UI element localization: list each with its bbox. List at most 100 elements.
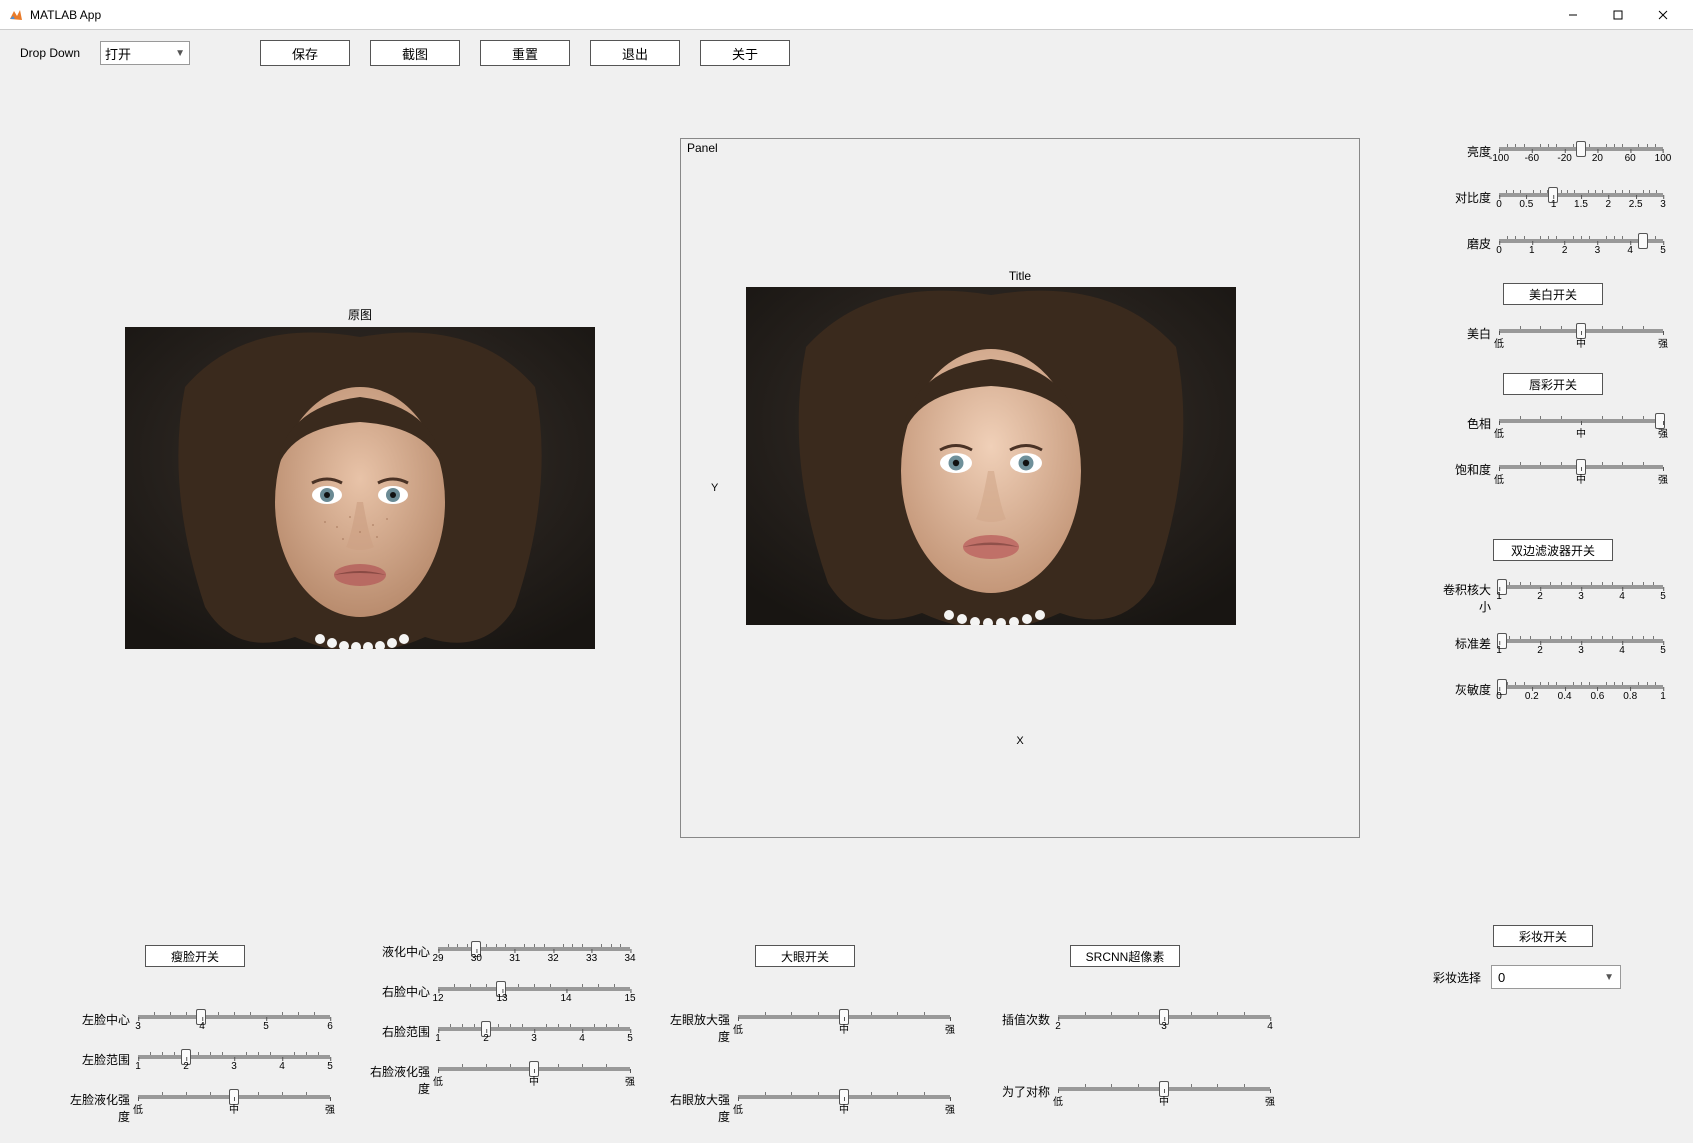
slider-tick: 33: [586, 953, 597, 964]
contrast-slider[interactable]: 对比度00.511.522.53: [1443, 187, 1663, 215]
slider-tick: 2.5: [1629, 199, 1643, 210]
slider-tick: 1: [1496, 645, 1502, 656]
smooth-slider[interactable]: 磨皮012345: [1443, 233, 1663, 261]
slider-tick: 3: [1578, 591, 1584, 602]
slider-tick: 15: [624, 993, 635, 1004]
slider-tick: 5: [627, 1033, 633, 1044]
left-eye-slider[interactable]: 左眼放大强度低中强: [660, 1009, 950, 1045]
stddev-slider[interactable]: 标准差12345: [1443, 633, 1663, 661]
brightness-slider[interactable]: 亮度-100-60-202060100: [1443, 141, 1663, 169]
slider-label: 右脸液化强度: [360, 1061, 430, 1097]
slider-tick: 13: [496, 993, 507, 1004]
result-image: [746, 287, 1236, 625]
slider-tick: 低: [1053, 1093, 1063, 1108]
slider-tick: 0.6: [1590, 691, 1604, 702]
slider-tick: 低: [1494, 471, 1504, 486]
kernel-slider[interactable]: 卷积核大小12345: [1443, 579, 1663, 615]
slider-tick: 4: [1267, 1021, 1273, 1032]
right-eye-slider[interactable]: 右眼放大强度低中强: [660, 1089, 950, 1125]
slider-tick: 2: [1537, 645, 1543, 656]
slider-tick: 2: [483, 1033, 489, 1044]
slider-label: 左脸液化强度: [60, 1089, 130, 1125]
left-liq-slider[interactable]: 左脸液化强度低中强: [60, 1089, 330, 1125]
hue-slider[interactable]: 色相低中强: [1443, 413, 1663, 441]
lipcolor-switch-button[interactable]: 唇彩开关: [1503, 373, 1603, 395]
slider-tick: 5: [1660, 245, 1666, 256]
slider-tick: 中: [1576, 471, 1586, 486]
slider-tick: 2: [1562, 245, 1568, 256]
slider-track[interactable]: [1499, 685, 1663, 689]
slider-tick: 1: [135, 1061, 141, 1072]
reset-button[interactable]: 重置: [480, 40, 570, 66]
slider-track[interactable]: [138, 1015, 330, 1019]
slimface-switch-button[interactable]: 瘦脸开关: [145, 945, 245, 967]
panel-y-label: Y: [711, 482, 718, 494]
slider-label: 液化中心: [360, 941, 430, 960]
slider-tick: 100: [1655, 153, 1672, 164]
slider-label: 美白: [1443, 323, 1491, 342]
slider-tick: 0: [1496, 245, 1502, 256]
slider-tick: 强: [1658, 425, 1668, 440]
slider-tick: 20: [1592, 153, 1603, 164]
bigeye-switch-button[interactable]: 大眼开关: [755, 945, 855, 967]
graysens-slider[interactable]: 灰敏度00.20.40.60.81: [1443, 679, 1663, 707]
slider-label: 左脸中心: [60, 1009, 130, 1028]
titlebar: MATLAB App: [0, 0, 1693, 30]
screenshot-button[interactable]: 截图: [370, 40, 460, 66]
bilateral-switch-button[interactable]: 双边滤波器开关: [1493, 539, 1613, 561]
result-panel: Panel Title Y: [680, 138, 1360, 838]
right-range-slider[interactable]: 右脸范围12345: [360, 1021, 630, 1049]
slider-tick: 中: [229, 1101, 239, 1116]
slider-tick: 中: [1576, 335, 1586, 350]
minimize-button[interactable]: [1550, 0, 1595, 30]
symmetry-slider[interactable]: 为了对称低中强: [980, 1081, 1270, 1109]
slider-label: 左脸范围: [60, 1049, 130, 1068]
slider-tick: 3: [1595, 245, 1601, 256]
slider-tick: 32: [548, 953, 559, 964]
close-button[interactable]: [1640, 0, 1685, 30]
open-dropdown[interactable]: 打开 ▼: [100, 41, 190, 65]
slider-tick: 低: [733, 1021, 743, 1036]
interp-slider[interactable]: 插值次数234: [980, 1009, 1270, 1037]
slider-track[interactable]: [1499, 239, 1663, 243]
slider-label: 右脸范围: [360, 1021, 430, 1040]
slider-tick: 5: [1660, 591, 1666, 602]
slider-tick: 中: [839, 1021, 849, 1036]
slider-track[interactable]: [438, 947, 630, 951]
slider-tick: 1: [435, 1033, 441, 1044]
srcnn-button[interactable]: SRCNN超像素: [1070, 945, 1180, 967]
left-center-slider[interactable]: 左脸中心3456: [60, 1009, 330, 1037]
dropdown-value: 打开: [105, 44, 131, 63]
slider-label: 左眼放大强度: [660, 1009, 730, 1045]
slider-tick: 1: [1496, 591, 1502, 602]
slider-tick: 3: [231, 1061, 237, 1072]
slider-tick: 3: [531, 1033, 537, 1044]
slider-track[interactable]: [1499, 147, 1663, 151]
slider-tick: 强: [625, 1073, 635, 1088]
matlab-icon: [8, 7, 24, 23]
left-range-slider[interactable]: 左脸范围12345: [60, 1049, 330, 1077]
liq-center-slider[interactable]: 液化中心293031323334: [360, 941, 630, 969]
saturation-slider[interactable]: 饱和度低中强: [1443, 459, 1663, 487]
slider-tick: 4: [199, 1021, 205, 1032]
slider-track[interactable]: [438, 987, 630, 991]
whiten-switch-button[interactable]: 美白开关: [1503, 283, 1603, 305]
slider-tick: 3: [1578, 645, 1584, 656]
slider-tick: 5: [263, 1021, 269, 1032]
about-button[interactable]: 关于: [700, 40, 790, 66]
slider-tick: 4: [1619, 591, 1625, 602]
right-liq-slider[interactable]: 右脸液化强度低中强: [360, 1061, 630, 1097]
maximize-button[interactable]: [1595, 0, 1640, 30]
slider-tick: 0.2: [1525, 691, 1539, 702]
slider-label: 饱和度: [1443, 459, 1491, 478]
whiten-slider[interactable]: 美白低中强: [1443, 323, 1663, 351]
exit-button[interactable]: 退出: [590, 40, 680, 66]
slider-tick: 低: [433, 1073, 443, 1088]
slider-tick: 低: [133, 1101, 143, 1116]
slider-label: 卷积核大小: [1443, 579, 1491, 615]
right-center-slider[interactable]: 右脸中心12131415: [360, 981, 630, 1009]
slider-tick: 4: [1619, 645, 1625, 656]
slider-tick: 5: [1660, 645, 1666, 656]
slider-tick: 强: [945, 1021, 955, 1036]
save-button[interactable]: 保存: [260, 40, 350, 66]
